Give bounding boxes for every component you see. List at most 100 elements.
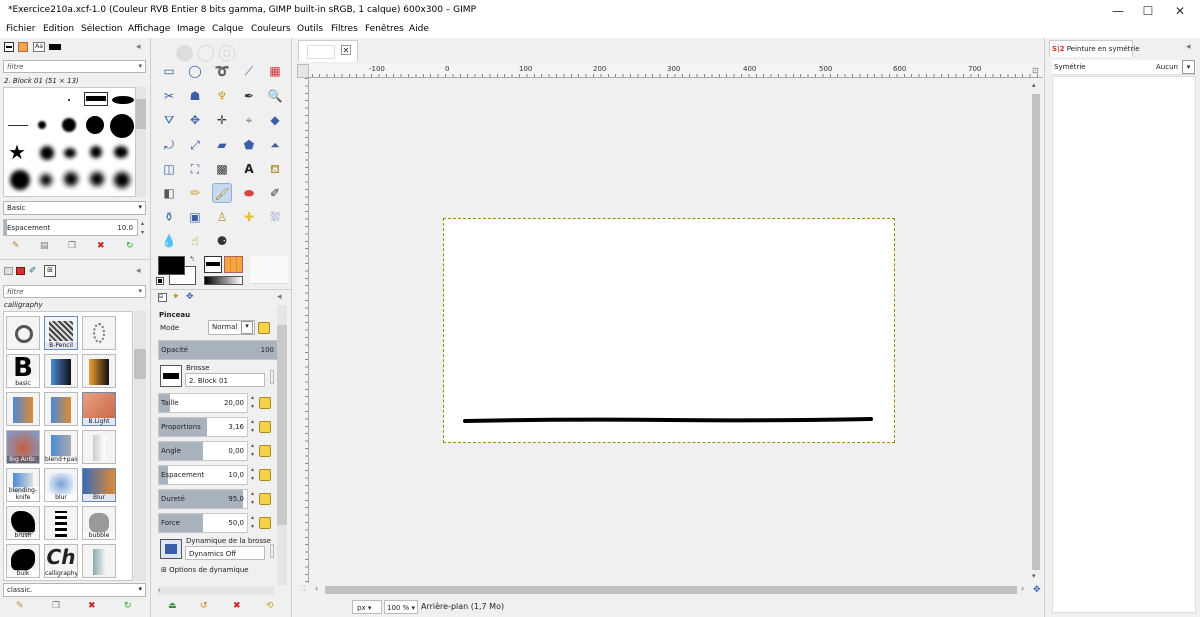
unit-select[interactable]: px ▾: [352, 600, 382, 614]
bucket-fill-icon[interactable]: ⛾: [265, 159, 285, 179]
scroll-up-arrow[interactable]: ▴: [1032, 81, 1036, 89]
dynamics-options-expander[interactable]: ⊞ Options de dynamique: [161, 566, 249, 574]
menu-fenetres[interactable]: Fenêtres: [365, 24, 404, 34]
size-slider[interactable]: Taille 20,00: [158, 393, 248, 413]
image-canvas[interactable]: [443, 218, 895, 443]
pattern-tab-icon[interactable]: [18, 42, 28, 52]
force-spinner[interactable]: ▴ ▾: [249, 513, 256, 533]
preset-item[interactable]: Ch calligraphy: [44, 544, 78, 578]
duplicate-preset-icon[interactable]: ❐: [52, 601, 60, 611]
device-status-tab-icon[interactable]: ✦: [172, 292, 180, 302]
text-tool-icon[interactable]: A: [239, 159, 259, 179]
brush-item[interactable]: [90, 172, 104, 186]
fuzzy-select-icon[interactable]: ⟋: [239, 61, 259, 81]
delete-brush-icon[interactable]: ✖: [97, 241, 105, 251]
close-tab-icon[interactable]: ✕: [341, 45, 351, 55]
hardness-spinner[interactable]: ▴ ▾: [249, 489, 256, 509]
tool-options-menu-icon[interactable]: ◂: [277, 292, 282, 302]
preset-item[interactable]: [6, 316, 40, 350]
color-select-icon[interactable]: ▦: [265, 61, 285, 81]
cage-icon[interactable]: ◫: [159, 159, 179, 179]
brush-item[interactable]: [112, 96, 134, 104]
menu-fichier[interactable]: Fichier: [6, 24, 35, 34]
preset-item[interactable]: B-Pencil: [44, 316, 78, 350]
brush-item[interactable]: [114, 146, 128, 158]
dynamics-tab-icon[interactable]: [16, 267, 25, 275]
measure-icon[interactable]: ⛛: [159, 110, 179, 130]
refresh-brushes-icon[interactable]: ↻: [126, 241, 134, 251]
zoom-select[interactable]: 100 % ▾: [384, 600, 418, 614]
color-picker-icon[interactable]: ✒: [239, 86, 259, 106]
menu-couleurs[interactable]: Couleurs: [251, 24, 291, 34]
brush-item[interactable]: [62, 118, 76, 132]
brush-item[interactable]: [10, 170, 30, 190]
preset-item[interactable]: [44, 392, 78, 426]
dodge-burn-icon[interactable]: ⚈: [212, 231, 232, 251]
horizontal-scroll-thumb[interactable]: [325, 586, 1017, 594]
flip-icon[interactable]: ⏶: [265, 135, 285, 155]
brush-scrollbar[interactable]: [136, 87, 146, 197]
dynamics-selector-button[interactable]: [160, 539, 182, 559]
move-icon[interactable]: ✥: [185, 110, 205, 130]
shear-icon[interactable]: ▰: [212, 135, 232, 155]
foreground-color-swatch[interactable]: [158, 256, 185, 275]
preset-item[interactable]: Big AirBr.: [6, 430, 40, 464]
preset-item[interactable]: blending-knife: [6, 468, 40, 502]
spacing-slider[interactable]: Espacement 10,0: [158, 465, 248, 485]
brush-edit-button[interactable]: [270, 370, 274, 384]
right-panel-menu-icon[interactable]: ◂: [1186, 42, 1191, 52]
foreground-select-icon[interactable]: ☗: [185, 86, 205, 106]
ellipse-select-icon[interactable]: ◯: [185, 61, 205, 81]
menu-edition[interactable]: Edition: [43, 24, 74, 34]
active-brush-preview[interactable]: [204, 256, 222, 273]
font-tab-icon[interactable]: Aa: [33, 42, 45, 52]
brush-selector-button[interactable]: [160, 365, 182, 387]
zoom-icon[interactable]: 🔍: [265, 86, 285, 106]
canvas-area[interactable]: [310, 79, 1029, 583]
preset-bottom-select[interactable]: classic. ▾: [3, 583, 146, 597]
active-pattern-preview[interactable]: [224, 256, 243, 273]
rotate-icon[interactable]: ⤾: [159, 135, 179, 155]
delete-options-icon[interactable]: ✖: [233, 601, 241, 611]
align-icon[interactable]: ✛: [212, 110, 232, 130]
brush-item[interactable]: [40, 146, 54, 160]
brush-filter-field[interactable]: filtre ▾: [3, 60, 146, 73]
tool-options-tab-icon[interactable]: ⊟: [158, 293, 167, 302]
preset-scrollbar[interactable]: [134, 311, 146, 581]
menu-selection[interactable]: Sélection: [81, 24, 122, 34]
hardness-slider[interactable]: Dureté 95,0: [158, 489, 248, 509]
force-reset-icon[interactable]: [259, 517, 271, 529]
menu-affichage[interactable]: Affichage: [128, 24, 170, 34]
swap-colors-icon[interactable]: ↰: [189, 255, 195, 263]
new-brush-icon[interactable]: ▤: [40, 241, 49, 251]
brush-item[interactable]: [8, 125, 28, 126]
unified-transform-icon[interactable]: ◆: [265, 110, 285, 130]
preset-item[interactable]: [82, 316, 116, 350]
clone-icon[interactable]: ♙: [212, 207, 232, 227]
preset-item[interactable]: brush: [6, 506, 40, 540]
brush-item[interactable]: [114, 172, 130, 188]
vertical-scrollbar[interactable]: ▴ ▾: [1030, 78, 1042, 583]
brush-item[interactable]: [64, 172, 78, 186]
refresh-presets-icon[interactable]: ↻: [124, 601, 132, 611]
close-button[interactable]: ✕: [1162, 0, 1198, 22]
ruler-corner[interactable]: [297, 64, 309, 78]
active-image-preview[interactable]: [250, 256, 288, 284]
horizontal-scrollbar[interactable]: ⁚⁚ ‹ ›: [297, 584, 1030, 596]
warp-icon[interactable]: ⛶: [185, 159, 205, 179]
tool-options-scrollbar[interactable]: [277, 305, 287, 585]
scroll-down-arrow[interactable]: ▾: [1032, 572, 1036, 580]
brush-item[interactable]: [40, 174, 52, 186]
paintbrush-icon[interactable]: 🖌: [212, 183, 232, 203]
symmetry-tab[interactable]: S|2 Peinture en symétrie: [1049, 40, 1140, 57]
pencil-icon[interactable]: ✏: [185, 183, 205, 203]
pointer-tab-icon[interactable]: ✥: [186, 292, 194, 302]
mode-reset-icon[interactable]: [258, 322, 270, 334]
presets-menu-icon[interactable]: ◂: [136, 266, 141, 276]
blur-sharpen-icon[interactable]: 💧: [159, 231, 179, 251]
edit-brush-icon[interactable]: ✎: [12, 241, 20, 251]
menu-calque[interactable]: Calque: [212, 24, 243, 34]
preset-item[interactable]: bulk: [6, 544, 40, 578]
maximize-button[interactable]: ☐: [1130, 0, 1166, 22]
preset-item[interactable]: bubble: [82, 506, 116, 540]
